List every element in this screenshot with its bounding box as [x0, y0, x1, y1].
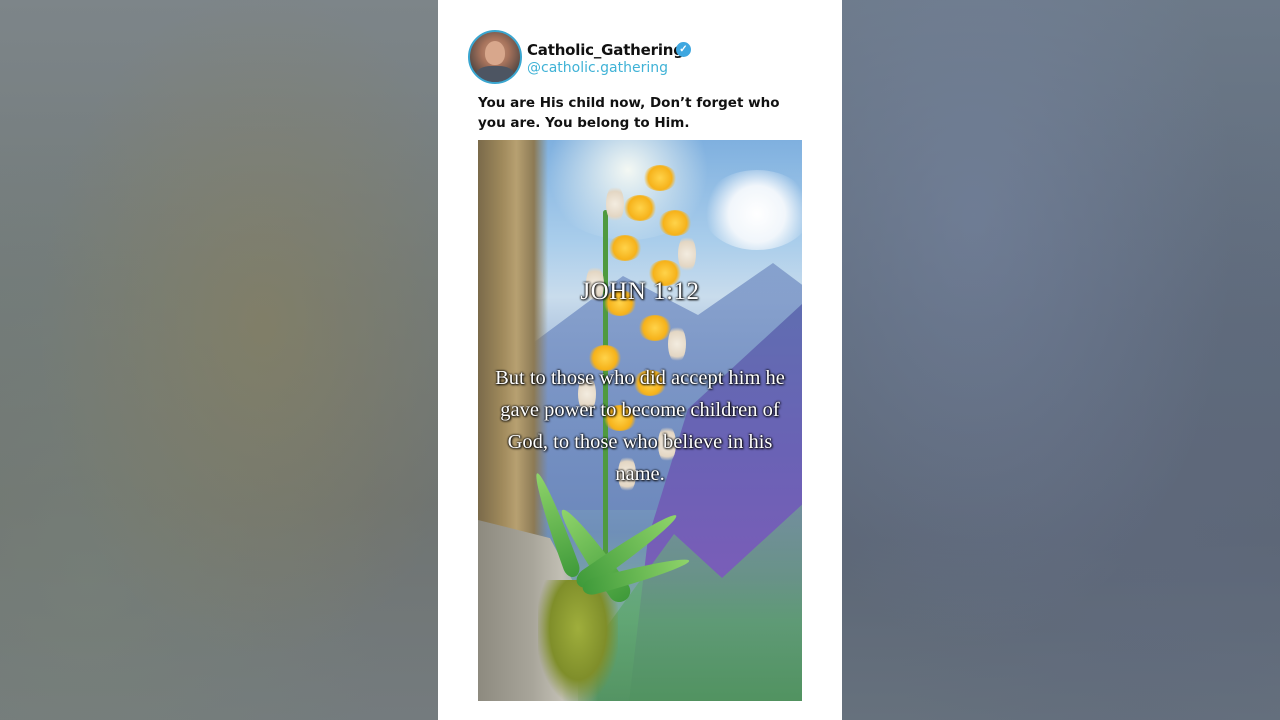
post-image[interactable]: JOHN 1:12 But to those who did accept hi… — [478, 140, 802, 701]
post-card: Catholic_Gathering ✓ @catholic.gathering… — [438, 0, 842, 720]
account-handle[interactable]: @catholic.gathering — [527, 60, 668, 76]
account-name[interactable]: Catholic_Gathering — [527, 41, 684, 59]
verified-badge-icon: ✓ — [676, 42, 691, 57]
avatar-face — [485, 41, 505, 65]
blurred-background-left — [0, 0, 438, 720]
cloud — [702, 170, 802, 250]
post-caption: You are His child now, Don’t forget who … — [478, 95, 780, 131]
avatar[interactable] — [468, 30, 522, 84]
avatar-shirt — [476, 66, 514, 82]
blurred-background-right — [842, 0, 1280, 720]
moss-clump — [538, 580, 618, 701]
verse-text: But to those who did accept him he gave … — [495, 367, 785, 485]
verse-reference: JOHN 1:12 — [580, 278, 700, 305]
